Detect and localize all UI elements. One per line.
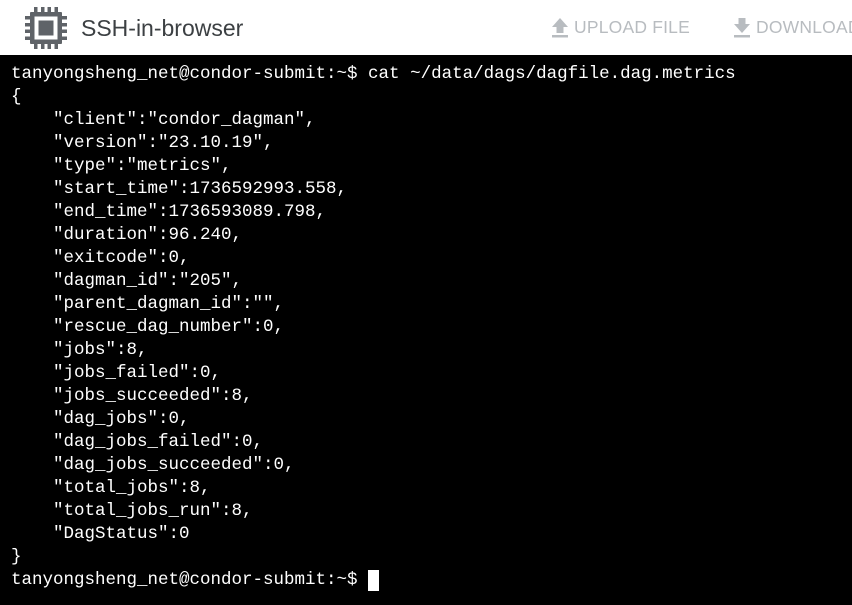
terminal-prompt: tanyongsheng_net@condor-submit:~$ <box>11 570 358 590</box>
ssh-in-browser-window: SSH-in-browser UPLOAD FILE DOWNLOAD FILE… <box>0 0 852 605</box>
terminal-output-line: { <box>11 87 22 107</box>
terminal-output-line: "end_time":1736593089.798, <box>11 202 327 222</box>
terminal-output-line: "type":"metrics", <box>11 156 232 176</box>
app-title: SSH-in-browser <box>81 15 244 41</box>
terminal-output-line: } <box>11 547 22 567</box>
terminal-output-line: "jobs_succeeded":8, <box>11 386 253 406</box>
upload-icon <box>552 18 568 38</box>
terminal-output-line: "jobs":8, <box>11 340 148 360</box>
terminal-output-line: "version":"23.10.19", <box>11 133 274 153</box>
terminal-output-line: "dagman_id":"205", <box>11 271 243 291</box>
terminal-output-line: "DagStatus":0 <box>11 524 190 544</box>
terminal-output-line: "dag_jobs_failed":0, <box>11 432 264 452</box>
terminal-output-line: "parent_dagman_id":"", <box>11 294 285 314</box>
terminal-command-line: tanyongsheng_net@condor-submit:~$ cat ~/… <box>11 64 736 84</box>
terminal-output-line: "jobs_failed":0, <box>11 363 222 383</box>
chip-icon <box>25 7 67 49</box>
terminal-output-line: "duration":96.240, <box>11 225 243 245</box>
download-file-button[interactable]: DOWNLOAD FILE <box>732 14 852 40</box>
top-bar: SSH-in-browser UPLOAD FILE DOWNLOAD FILE <box>0 0 852 55</box>
terminal-output-line: "total_jobs":8, <box>11 478 211 498</box>
terminal-output-line: "rescue_dag_number":0, <box>11 317 285 337</box>
terminal-output-line: "client":"condor_dagman", <box>11 110 316 130</box>
upload-file-button[interactable]: UPLOAD FILE <box>550 14 690 40</box>
terminal-cursor <box>367 570 379 591</box>
download-icon <box>734 18 750 38</box>
upload-file-label: UPLOAD FILE <box>574 16 690 37</box>
terminal-prompt-line[interactable]: tanyongsheng_net@condor-submit:~$ <box>11 569 852 592</box>
terminal-output-line: "exitcode":0, <box>11 248 190 268</box>
download-file-label: DOWNLOAD FILE <box>756 16 852 37</box>
terminal[interactable]: tanyongsheng_net@condor-submit:~$ cat ~/… <box>0 55 852 605</box>
terminal-output-line: "total_jobs_run":8, <box>11 501 253 521</box>
terminal-output-line: "dag_jobs_succeeded":0, <box>11 455 295 475</box>
terminal-output-line: "dag_jobs":0, <box>11 409 190 429</box>
terminal-output-line: "start_time":1736592993.558, <box>11 179 348 199</box>
